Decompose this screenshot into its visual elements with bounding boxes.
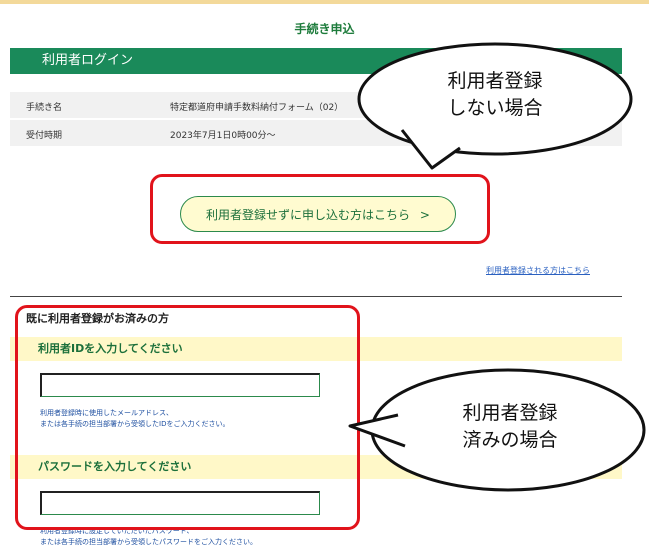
top-accent-bar xyxy=(0,0,649,4)
procedure-name-label: 手続き名 xyxy=(26,103,63,113)
callout-not-registered: 利用者登録 しない場合 xyxy=(395,68,595,122)
password-help-line-2: または各手続の担当部署から受領したパスワードをご入力ください。 xyxy=(40,538,257,546)
procedure-period-label: 受付時期 xyxy=(26,131,63,141)
procedure-period-value: 2023年7月1日0時00分～ xyxy=(170,131,276,141)
callout-not-registered-line-1: 利用者登録 xyxy=(447,70,543,92)
callout-registered: 利用者登録 済みの場合 xyxy=(410,400,610,454)
callout-registered-line-2: 済みの場合 xyxy=(462,429,558,451)
register-link[interactable]: 利用者登録される方はこちら xyxy=(486,265,590,276)
page-title: 手続き申込 xyxy=(294,22,355,36)
highlight-box-login xyxy=(15,305,360,530)
section-divider xyxy=(10,296,622,297)
callout-not-registered-line-2: しない場合 xyxy=(447,97,543,119)
procedure-name-value: 特定都道府申請手数料納付フォーム（02） xyxy=(170,103,344,113)
highlight-box-apply xyxy=(150,174,490,244)
callout-registered-line-1: 利用者登録 xyxy=(462,402,558,424)
procedure-row-period: 受付時期 2023年7月1日0時00分～ xyxy=(10,120,622,146)
